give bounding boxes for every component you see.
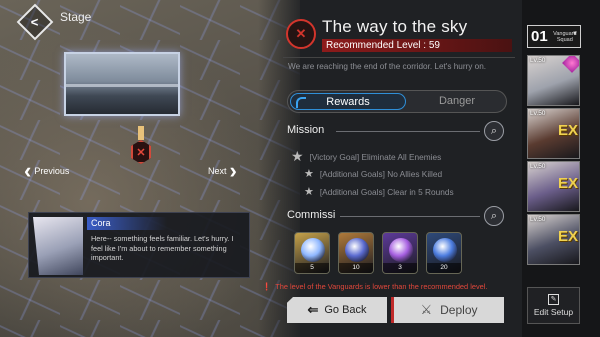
- star-icon: ★: [304, 186, 314, 198]
- next-label: Next: [208, 166, 227, 176]
- divider: [283, 57, 515, 58]
- goal-text: [Victory Goal] Eliminate All Enemies: [309, 151, 442, 162]
- dialog-text: Here-- something feels familiar. Let's h…: [91, 234, 234, 263]
- warning-text: The level of the Vanguards is lower than…: [275, 282, 488, 291]
- recommended-level: Recommended Level : 59: [322, 39, 512, 52]
- node-flag-icon: [138, 126, 144, 140]
- orb-icon: [345, 238, 369, 262]
- speaker-portrait: [33, 217, 83, 275]
- character-level: Lv.50: [530, 216, 546, 223]
- exclamation-icon: ❗: [262, 282, 272, 291]
- reward-count: 20: [427, 263, 461, 273]
- deploy-button[interactable]: ⚔ Deploy: [391, 297, 504, 323]
- butterfly-crystal-icon: [301, 238, 325, 262]
- crossed-swords-icon: ⚔: [420, 302, 433, 317]
- crossed-swords-icon: ✕: [286, 19, 316, 49]
- arrow-left-icon: ⇐: [307, 302, 319, 317]
- stage-title: The way to the sky: [322, 17, 468, 36]
- chevron-right-icon: ›: [229, 158, 237, 183]
- divider: [336, 131, 480, 132]
- goal-victory: ★ [Victory Goal] Eliminate All Enemies: [291, 148, 441, 165]
- stage-header-title: Stage: [60, 10, 92, 24]
- stage-description: We are reaching the end of the corridor.…: [288, 62, 487, 71]
- search-icon[interactable]: ⌕: [484, 206, 504, 226]
- character-level: Lv.50: [530, 163, 546, 170]
- search-icon[interactable]: ⌕: [484, 121, 504, 141]
- reward-item[interactable]: 3: [382, 232, 418, 274]
- reward-count: 3: [383, 263, 417, 273]
- gem-icon: [389, 238, 413, 262]
- star-icon: ★: [291, 148, 304, 164]
- previous-label: Previous: [34, 166, 70, 176]
- stage-preview-image: [64, 52, 180, 116]
- deploy-label: Deploy: [440, 303, 478, 317]
- crossed-swords-icon: ✕: [131, 140, 151, 164]
- squad-number: 01: [531, 28, 548, 45]
- go-back-button[interactable]: ⇐ Go Back: [287, 297, 387, 323]
- tab-bar: Rewards Danger: [287, 90, 507, 113]
- ex-badge: EX: [557, 228, 578, 245]
- character-level: Lv.50: [530, 110, 546, 117]
- reward-item[interactable]: 20: [426, 232, 462, 274]
- reward-item[interactable]: 10: [338, 232, 374, 274]
- reward-count: 5: [295, 263, 329, 273]
- character-card[interactable]: Lv.50 EX: [527, 161, 580, 212]
- caret-down-icon: ▼: [572, 31, 578, 37]
- tab-danger[interactable]: Danger: [412, 93, 502, 110]
- previous-stage-button[interactable]: ‹ Previous: [24, 160, 69, 182]
- next-stage-button[interactable]: Next ›: [208, 160, 237, 182]
- edit-setup-label: Edit Setup: [533, 307, 574, 317]
- reward-item[interactable]: 5: [294, 232, 330, 274]
- character-card[interactable]: Lv.50 EX: [527, 214, 580, 265]
- star-icon: ★: [304, 168, 314, 180]
- divider: [340, 216, 480, 217]
- speaker-name: Cora: [87, 217, 167, 230]
- goal-additional-1: ★ [Additional Goals] No Allies Killed: [304, 167, 442, 180]
- dialog-box: Cora Here-- something feels familiar. Le…: [28, 212, 250, 278]
- character-card[interactable]: Lv.50 EX: [527, 108, 580, 159]
- goal-additional-2: ★ [Additional Goals] Clear in 5 Rounds: [304, 185, 454, 198]
- stage-node[interactable]: ✕: [131, 126, 151, 170]
- go-back-label: Go Back: [324, 304, 367, 316]
- character-level: Lv.50: [530, 57, 546, 64]
- ex-badge: EX: [557, 175, 578, 192]
- edit-icon: ✎: [548, 294, 559, 305]
- rank-icon: [562, 56, 579, 73]
- reward-list: 5 10 3 20: [294, 232, 462, 274]
- goal-text: [Additional Goals] Clear in 5 Rounds: [319, 186, 454, 197]
- mission-heading: Mission: [287, 124, 325, 136]
- tab-rewards[interactable]: Rewards: [290, 93, 406, 110]
- gem-icon: [433, 238, 457, 262]
- commission-heading: Commissi: [287, 209, 336, 221]
- goal-text: [Additional Goals] No Allies Killed: [319, 168, 443, 179]
- level-warning: ❗ The level of the Vanguards is lower th…: [262, 282, 520, 291]
- reward-count: 10: [339, 263, 373, 273]
- chevron-left-icon: ‹: [24, 158, 32, 183]
- character-card[interactable]: Lv.50: [527, 55, 580, 106]
- ex-badge: EX: [557, 122, 578, 139]
- chevron-left-icon: <: [31, 14, 39, 30]
- edit-setup-button[interactable]: ✎ Edit Setup: [527, 287, 580, 324]
- squad-selector[interactable]: 01 Vanguard Squad ▼: [527, 25, 581, 48]
